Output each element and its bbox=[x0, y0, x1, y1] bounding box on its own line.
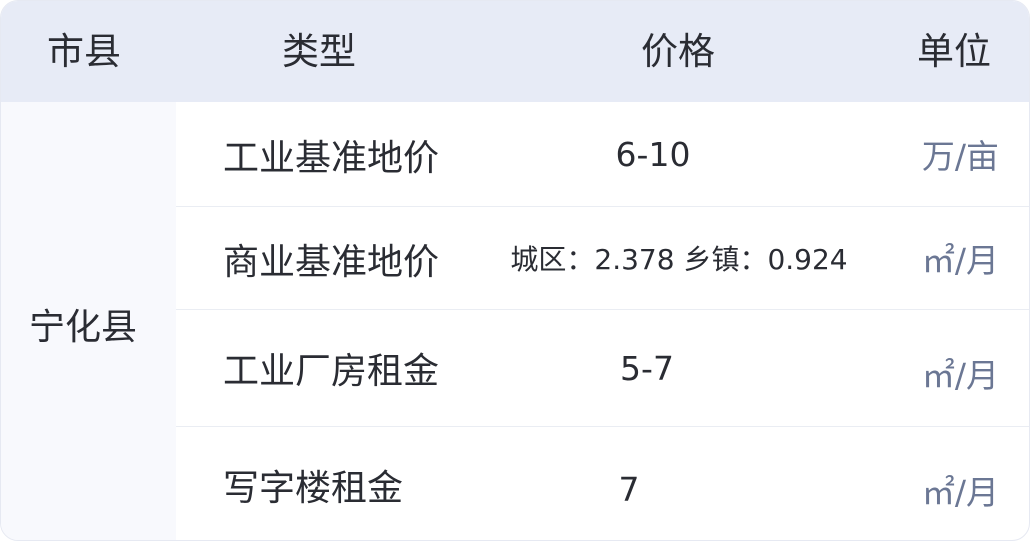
table-row: 工业基准地价 6-10 万/亩 bbox=[176, 102, 1029, 207]
unit-cell: 万/亩 bbox=[921, 137, 999, 176]
table-row: 写字楼租金 7 ㎡/月 bbox=[176, 427, 1029, 540]
type-cell: 写字楼租金 bbox=[223, 467, 404, 509]
price-cell: 7 bbox=[618, 470, 640, 509]
header-type: 类型 bbox=[282, 30, 356, 73]
table-header: 市县 类型 价格 单位 bbox=[1, 1, 1029, 102]
unit-cell: ㎡/月 bbox=[921, 472, 999, 512]
table-row: 工业厂房租金 5-7 ㎡/月 bbox=[176, 310, 1029, 427]
price-cell: 6-10 bbox=[615, 134, 691, 174]
city-name: 宁化县 bbox=[29, 307, 138, 348]
type-cell: 商业基准地价 bbox=[223, 242, 440, 283]
price-cell: 5-7 bbox=[620, 348, 674, 388]
header-price: 价格 bbox=[641, 30, 715, 73]
unit-cell: ㎡/月 bbox=[921, 356, 999, 395]
table-row: 商业基准地价 城区：2.378 乡镇：0.924 ㎡/月 bbox=[176, 207, 1029, 310]
unit-cell: ㎡/月 bbox=[921, 241, 999, 280]
type-cell: 工业厂房租金 bbox=[223, 351, 440, 392]
price-table: 市县 类型 价格 单位 宁化县 工业基准地价 6-10 万/亩 商业基准地价 城… bbox=[0, 0, 1030, 541]
price-cell: 城区：2.378 乡镇：0.924 bbox=[510, 243, 848, 276]
header-city: 市县 bbox=[47, 30, 121, 73]
type-cell: 工业基准地价 bbox=[223, 138, 440, 179]
header-unit: 单位 bbox=[917, 30, 991, 73]
